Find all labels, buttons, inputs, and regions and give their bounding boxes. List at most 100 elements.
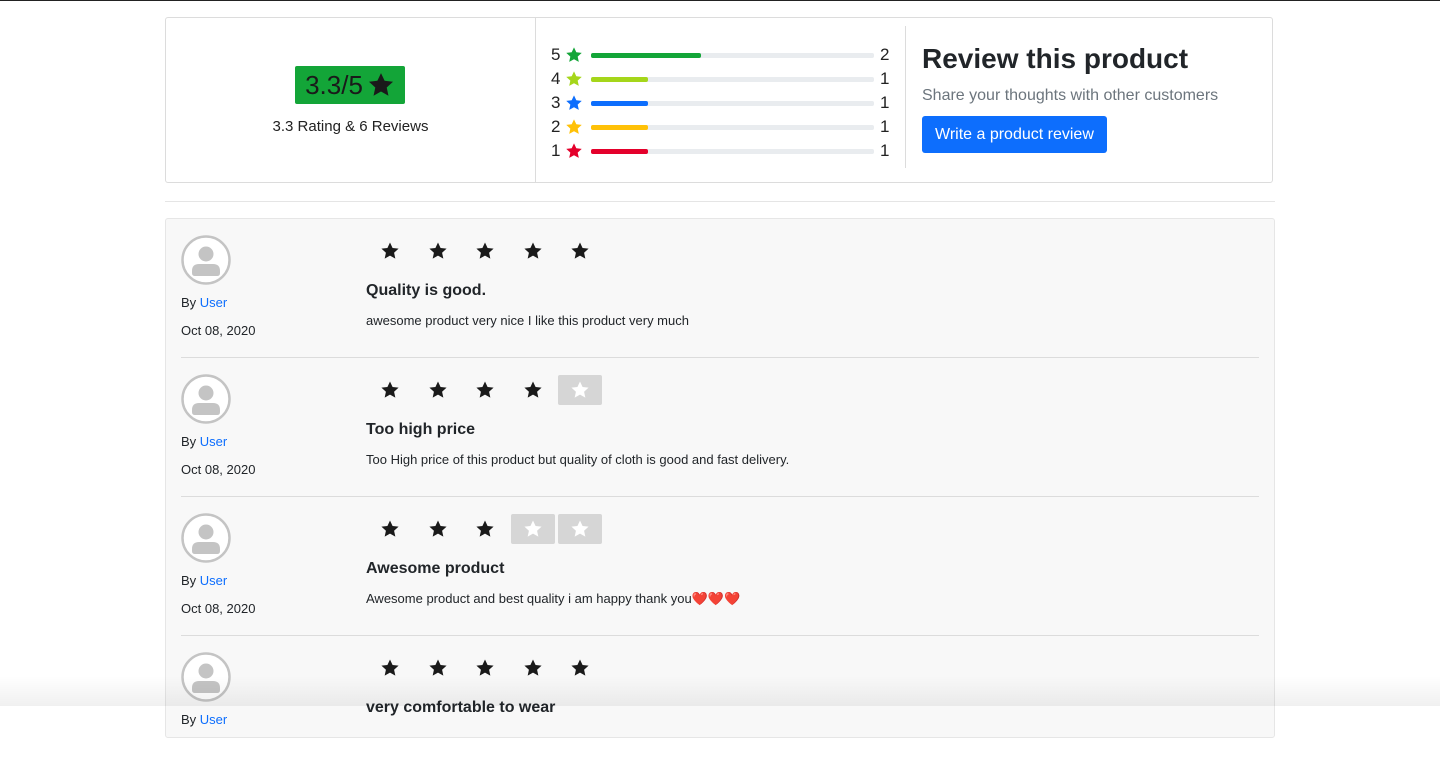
star-icon	[566, 47, 582, 62]
star-icon	[381, 381, 399, 398]
review-title: Quality is good.	[366, 282, 487, 299]
review-date: Oct 08, 2020	[181, 601, 256, 616]
star-filled	[416, 514, 460, 544]
star-icon	[571, 520, 589, 537]
review-date: Oct 08, 2020	[181, 462, 256, 477]
star-filled	[511, 375, 555, 405]
rating-bar-row: 21	[551, 117, 891, 137]
star-filled	[416, 653, 460, 683]
star-icon	[476, 520, 494, 537]
review-item: By User Oct 08, 2020 Quality is good. aweso…	[181, 219, 1259, 358]
overall-score-panel: 3.3/5 3.3 Rating & 6 Reviews	[166, 18, 536, 182]
author-link[interactable]: User	[200, 434, 227, 449]
review-item: By User Oct 08, 2020 Awesome product Awesom…	[181, 497, 1259, 636]
star-icon	[571, 659, 589, 676]
star-icon	[381, 659, 399, 676]
star-icon	[571, 381, 589, 398]
rating-bar-fill	[591, 101, 648, 106]
review-item: By User Oct 08, 2020 Too high price Too Hig…	[181, 358, 1259, 497]
review-author: By User	[181, 712, 227, 727]
star-icon	[566, 95, 582, 110]
rating-bar-row: 31	[551, 93, 891, 113]
star-filled	[558, 236, 602, 266]
star-icon	[523, 242, 542, 259]
review-cta-panel: Review this product Share your thoughts …	[922, 18, 1262, 182]
avatar-icon	[181, 374, 231, 424]
star-filled	[368, 514, 412, 544]
star-icon	[381, 520, 399, 537]
rating-bar-stars: 3	[551, 93, 561, 112]
star-icon	[428, 242, 447, 259]
avatar-icon	[181, 513, 231, 563]
star-empty	[558, 375, 602, 405]
rating-bar-row: 52	[551, 45, 891, 65]
rating-bar-fill	[591, 77, 648, 82]
rating-bar-count: 1	[880, 69, 890, 88]
star-icon	[476, 659, 494, 676]
star-filled	[511, 653, 555, 683]
rating-bar-stars: 4	[551, 69, 561, 88]
star-icon	[566, 143, 582, 158]
rating-bar-track	[591, 125, 874, 130]
star-empty	[558, 514, 602, 544]
review-body: Too High price of this product but quali…	[366, 452, 790, 467]
review-cta-subtitle: Share your thoughts with other customers	[922, 87, 1219, 104]
rating-bar-count: 2	[880, 45, 890, 64]
reviews-list: By User Oct 08, 2020 Quality is good. aweso…	[165, 218, 1275, 738]
review-author: By User	[181, 295, 227, 310]
star-icon	[566, 71, 582, 86]
author-link[interactable]: User	[200, 573, 227, 588]
review-title: Awesome product	[366, 560, 505, 577]
divider	[905, 26, 906, 168]
star-icon	[428, 381, 447, 398]
rating-caption: 3.3 Rating & 6 Reviews	[272, 118, 429, 135]
rating-bar-fill	[591, 125, 648, 130]
star-icon	[368, 73, 393, 96]
rating-bar-track	[591, 149, 874, 154]
star-icon	[566, 119, 582, 134]
author-link[interactable]: User	[200, 712, 227, 727]
star-filled	[558, 653, 602, 683]
avatar-icon	[181, 235, 231, 285]
avatar-icon	[181, 652, 231, 702]
star-icon	[476, 381, 494, 398]
star-icon	[571, 242, 589, 259]
author-prefix: By	[181, 434, 197, 449]
rating-bar-track	[591, 101, 874, 106]
rating-bar-fill	[591, 149, 648, 154]
rating-distribution: 5241312111	[536, 18, 906, 182]
star-icon	[523, 381, 542, 398]
rating-bar-track	[591, 53, 874, 58]
review-title: very comfortable to wear	[366, 699, 556, 716]
rating-bar-row: 11	[551, 141, 891, 161]
star-filled	[511, 236, 555, 266]
star-icon	[428, 520, 447, 537]
write-review-button[interactable]: Write a product review	[922, 116, 1107, 153]
star-icon	[523, 520, 542, 537]
author-link[interactable]: User	[200, 295, 227, 310]
star-filled	[368, 375, 412, 405]
review-rating	[368, 514, 606, 544]
rating-bar-stars: 5	[551, 45, 561, 64]
score-badge: 3.3/5	[295, 66, 405, 104]
author-prefix: By	[181, 295, 197, 310]
top-border	[0, 0, 1440, 1]
rating-bar-stars: 1	[551, 141, 561, 160]
star-filled	[463, 514, 507, 544]
star-filled	[416, 236, 460, 266]
review-title: Too high price	[366, 421, 476, 438]
star-icon	[523, 659, 542, 676]
review-rating	[368, 653, 606, 683]
author-prefix: By	[181, 712, 197, 727]
rating-bar-count: 1	[880, 141, 890, 160]
rating-bar-count: 1	[880, 117, 890, 136]
rating-summary-card: 3.3/5 3.3 Rating & 6 Reviews 5241312111 …	[165, 17, 1273, 183]
star-icon	[476, 242, 494, 259]
rating-bar-track	[591, 77, 874, 82]
rating-bar-fill	[591, 53, 702, 58]
section-divider	[165, 201, 1275, 202]
star-icon	[428, 659, 447, 676]
star-filled	[463, 375, 507, 405]
rating-bar-count: 1	[880, 93, 890, 112]
review-body: Awesome product and best quality i am ha…	[366, 591, 741, 606]
